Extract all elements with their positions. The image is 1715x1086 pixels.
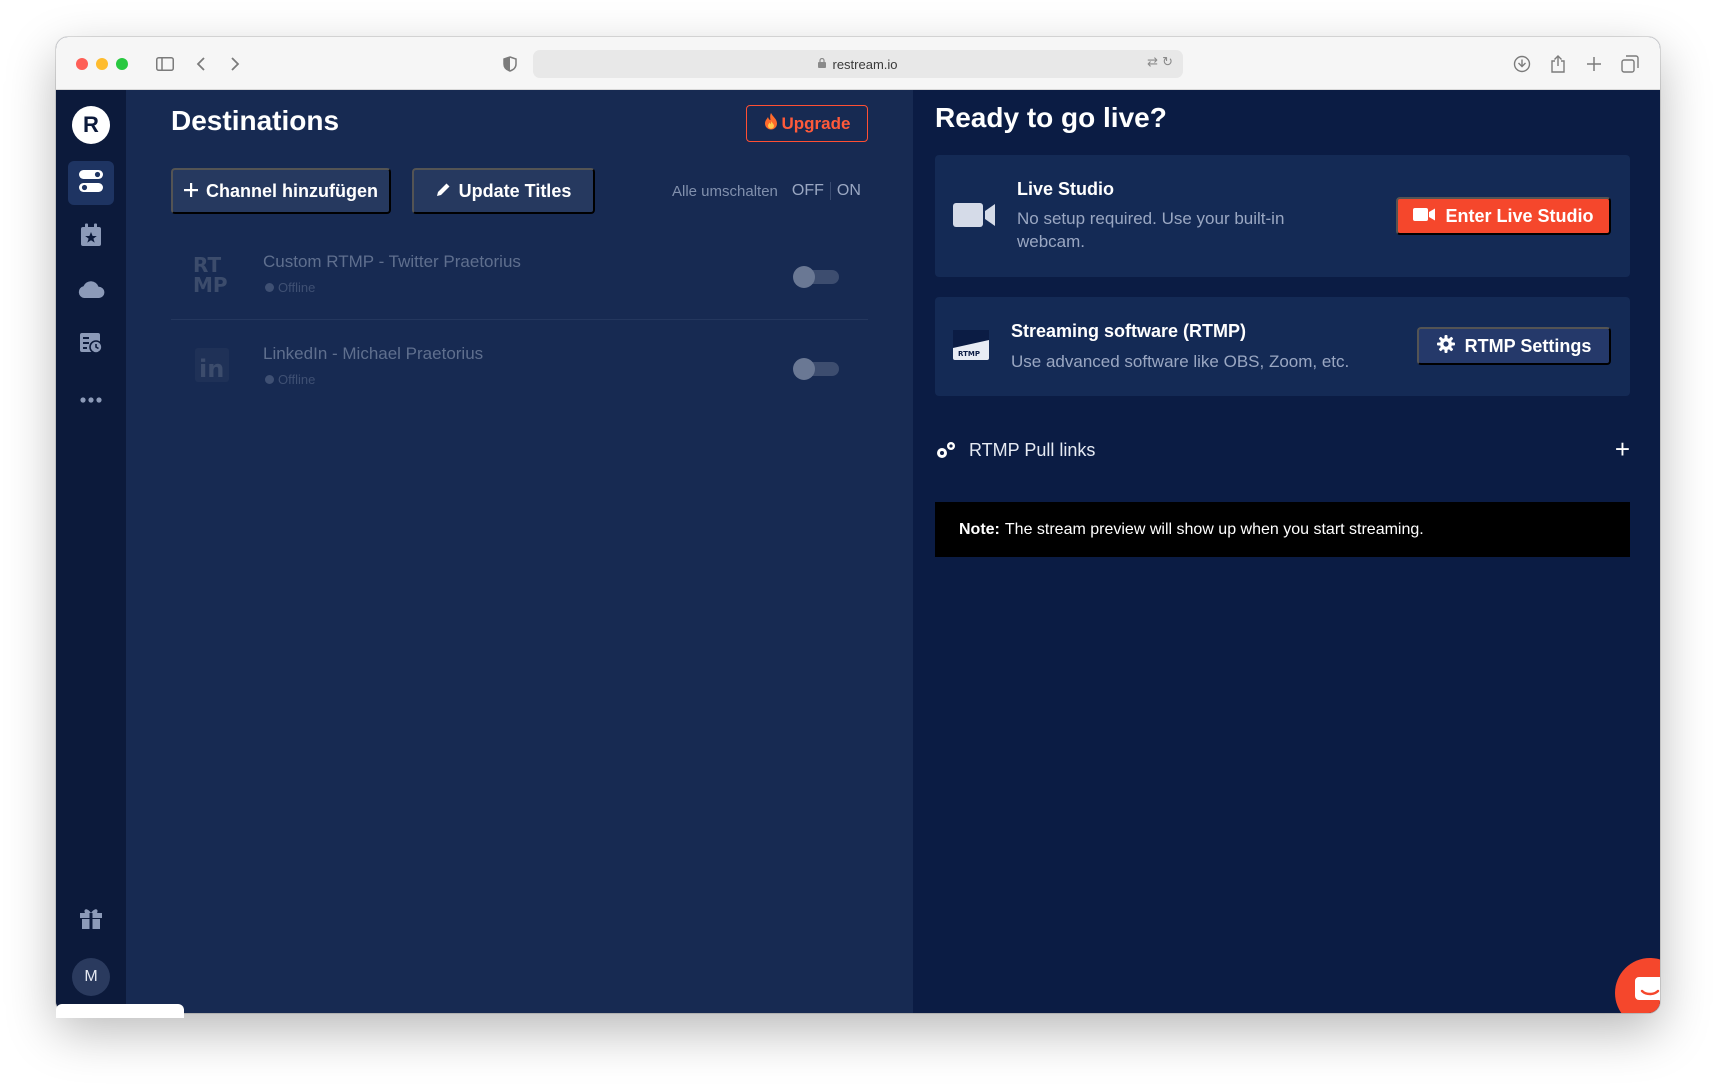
cloud-icon (77, 279, 105, 304)
destinations-panel: Destinations Upgrade Channel hinzufügen … (126, 90, 913, 1013)
gear-icon (1436, 334, 1455, 358)
back-icon[interactable] (188, 51, 214, 77)
upgrade-button[interactable]: Upgrade (746, 105, 868, 142)
rtmp-settings-label: RTMP Settings (1464, 335, 1592, 356)
minimize-window-button[interactable] (96, 58, 108, 70)
analytics-clock-icon (79, 332, 103, 359)
note-label: Note: (959, 520, 1000, 538)
svg-text:RTMP: RTMP (958, 350, 980, 358)
svg-text:in: in (199, 355, 224, 383)
video-camera-icon (953, 201, 995, 234)
sidebar: R M (56, 90, 126, 1013)
enter-live-studio-label: Enter Live Studio (1445, 205, 1594, 226)
sidebar-item-destinations[interactable] (68, 161, 114, 205)
sidebar-item-more[interactable] (68, 377, 114, 421)
channel-status-text: Offline (278, 372, 316, 387)
rtmp-pull-links-label: RTMP Pull links (969, 439, 1096, 460)
restream-logo[interactable]: R (72, 106, 110, 144)
gears-icon (935, 440, 957, 460)
support-chat-button[interactable] (1615, 958, 1660, 1013)
maximize-window-button[interactable] (116, 58, 128, 70)
plus-icon (184, 181, 198, 202)
sidebar-item-gifts[interactable] (68, 898, 114, 942)
channel-status: Offline (265, 280, 315, 295)
channel-name: Custom RTMP - Twitter Praetorius (263, 252, 521, 271)
calendar-star-icon (80, 223, 102, 252)
channel-status-text: Offline (278, 280, 316, 295)
stream-preview-note: Note: The stream preview will show up wh… (935, 502, 1630, 557)
note-text: The stream preview will show up when you… (1004, 520, 1424, 538)
add-pull-link-icon[interactable]: + (1615, 435, 1630, 463)
toggle-knob (793, 358, 815, 380)
download-icon[interactable] (1509, 51, 1535, 77)
enter-live-studio-button[interactable]: Enter Live Studio (1396, 197, 1611, 235)
translate-reload-icon[interactable]: ⇄ ↻ (1147, 55, 1173, 70)
close-window-button[interactable] (76, 58, 88, 70)
share-icon[interactable] (1545, 51, 1571, 77)
rtmp-pull-links-row[interactable]: RTMP Pull links + (935, 435, 1630, 465)
url-text: restream.io (832, 56, 898, 72)
channel-status: Offline (265, 372, 315, 387)
live-studio-title: Live Studio (1017, 179, 1115, 199)
go-live-panel: Ready to go live? Live Studio No setup r… (913, 90, 1660, 1013)
rtmp-card: RTMP Streaming software (RTMP) Use advan… (935, 297, 1630, 396)
update-titles-button[interactable]: Update Titles (412, 168, 595, 214)
chat-icon (1633, 974, 1660, 1013)
rtmp-icon: RT MP (193, 252, 233, 297)
channel-toggle[interactable] (793, 358, 839, 380)
toggle-all-label: Alle umschalten (672, 182, 778, 200)
tab-overview-icon[interactable] (1617, 51, 1643, 77)
bottom-tab-strip (56, 1004, 184, 1018)
toggle-all-on-button[interactable]: ON (837, 182, 861, 200)
rtmp-description: Use advanced software like OBS, Zoom, et… (1011, 352, 1350, 371)
update-titles-label: Update Titles (458, 180, 572, 201)
go-live-title: Ready to go live? (935, 102, 1167, 133)
live-studio-card: Live Studio No setup required. Use your … (935, 155, 1630, 277)
sidebar-item-analytics[interactable] (68, 323, 114, 367)
upgrade-label: Upgrade (781, 113, 851, 133)
shield-icon[interactable] (497, 51, 523, 77)
add-channel-button[interactable]: Channel hinzufügen (171, 168, 391, 214)
channel-name: LinkedIn - Michael Praetorius (263, 344, 484, 363)
browser-window: restream.io ⇄ ↻ R M Destinations Upgrade… (56, 37, 1660, 1013)
sidebar-toggle-icon[interactable] (152, 51, 178, 77)
address-bar[interactable]: restream.io ⇄ ↻ (533, 50, 1183, 78)
toggle-knob (793, 266, 815, 288)
linkedin-icon: in (193, 344, 233, 386)
channel-row: in LinkedIn - Michael Praetorius Offline (171, 320, 868, 412)
status-dot-icon (265, 375, 274, 384)
add-channel-label: Channel hinzufügen (206, 180, 378, 201)
toggle-divider (829, 182, 831, 200)
sidebar-item-storage[interactable] (68, 269, 114, 313)
lock-icon (818, 57, 827, 71)
toggles-icon (78, 169, 104, 198)
more-dots-icon (80, 390, 102, 408)
camera-icon (1413, 206, 1436, 227)
fire-icon (764, 112, 778, 135)
pencil-icon (436, 181, 451, 202)
toggle-all-control: Alle umschalten OFF ON (672, 180, 861, 202)
page-title: Destinations (171, 105, 340, 136)
rtmp-title: Streaming software (RTMP) (1011, 321, 1247, 341)
status-dot-icon (265, 283, 274, 292)
avatar[interactable]: M (72, 958, 110, 996)
new-tab-icon[interactable] (1581, 51, 1607, 77)
forward-icon[interactable] (222, 51, 248, 77)
browser-toolbar: restream.io ⇄ ↻ (56, 37, 1660, 90)
restream-app: R M Destinations Upgrade Channel hinzufü… (56, 90, 1660, 1013)
svg-text:MP: MP (193, 273, 228, 294)
toggle-all-off-button[interactable]: OFF (792, 182, 824, 200)
rtmp-software-icon: RTMP (953, 330, 989, 365)
gift-icon (79, 906, 103, 935)
rtmp-settings-button[interactable]: RTMP Settings (1417, 327, 1611, 365)
channel-toggle[interactable] (793, 266, 839, 288)
sidebar-item-schedule[interactable] (68, 215, 114, 259)
live-studio-description: No setup required. Use your built-in web… (1017, 209, 1285, 251)
channel-row: RT MP Custom RTMP - Twitter Praetorius O… (171, 228, 868, 320)
